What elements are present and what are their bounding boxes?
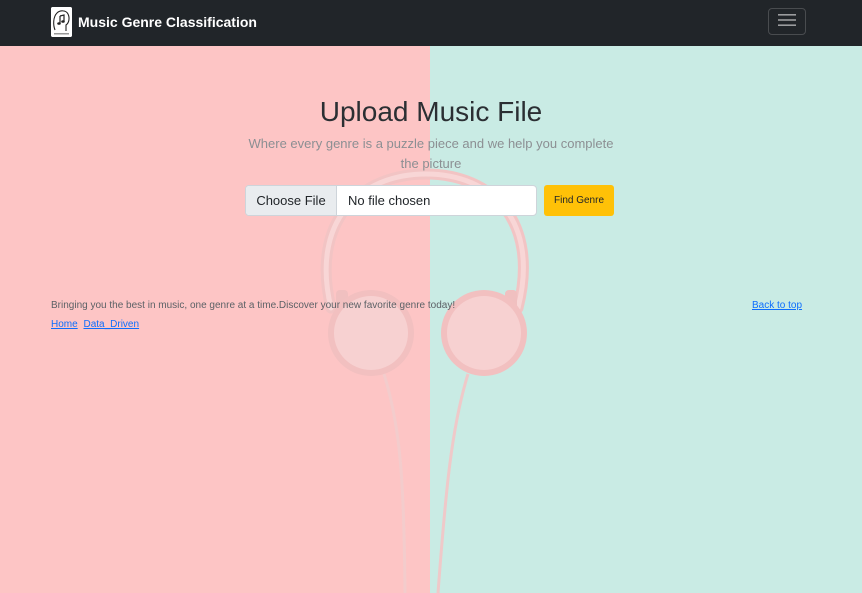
hamburger-menu-icon: [777, 12, 797, 31]
file-status-text: No file chosen: [348, 193, 431, 208]
footer-link-data-driven[interactable]: Data_Driven: [83, 319, 139, 330]
page-title: Upload Music File: [319, 96, 543, 127]
navbar: Music Genre Classification: [0, 0, 862, 46]
music-note-head-icon: [51, 7, 72, 37]
navbar-brand[interactable]: Music Genre Classification: [51, 6, 257, 38]
back-to-top-link[interactable]: Back to top: [752, 300, 802, 311]
choose-file-button[interactable]: Choose File: [246, 186, 337, 215]
footer-link-home[interactable]: Home: [51, 319, 78, 330]
navbar-toggler-button[interactable]: [768, 8, 806, 35]
brand-title: Music Genre Classification: [78, 14, 257, 30]
footer-tagline: Bringing you the best in music, one genr…: [51, 300, 456, 311]
footer-links: Home Data_Driven: [51, 319, 142, 330]
page-subtitle: Where every genre is a puzzle piece and …: [248, 136, 614, 171]
find-genre-button[interactable]: Find Genre: [544, 185, 614, 216]
file-input[interactable]: Choose File No file chosen: [245, 185, 537, 216]
